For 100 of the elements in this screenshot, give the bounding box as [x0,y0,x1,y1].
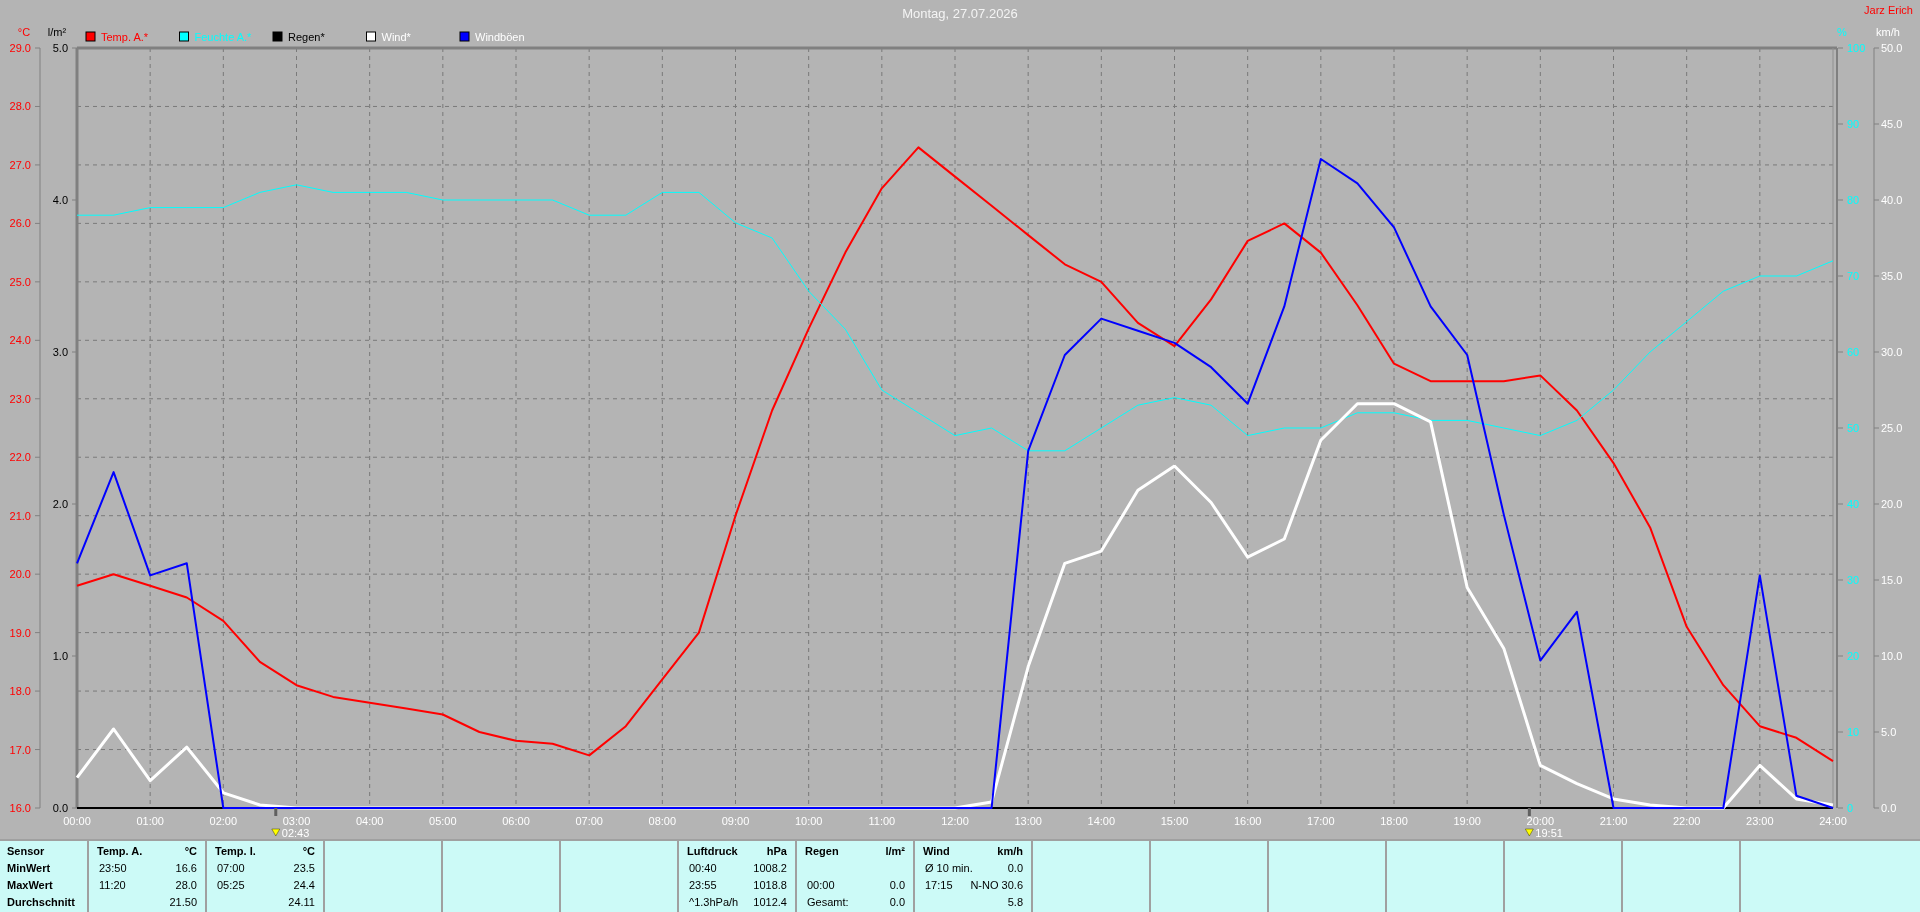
table-cell-text: 00:40 [688,861,717,876]
table-cell-text: 1012.4 [753,895,787,910]
axis-tick-label: 29.0 [9,42,31,54]
axis-tick-label: 4.0 [52,194,68,206]
axis-tick-label: 10.0 [1881,650,1903,662]
axis-tick-label: 16.0 [9,802,31,814]
axis-tick-label: 0 [1847,802,1854,814]
chart-title: Montag, 27.07.2026 [902,6,1018,21]
axis-tick-label: 30.0 [1881,346,1903,358]
axis-tick-label: 19.0 [9,626,31,639]
axis-tick-label: 60 [1847,346,1860,358]
axis-tick-label: 04:00 [355,815,384,827]
axis-tick-label: 25.0 [1881,422,1903,434]
unit-label: °C [302,844,315,859]
axis-tick-label: 5.0 [1881,726,1897,738]
unit-label: hPa [766,844,787,859]
axis-tick-label: 14:00 [1087,815,1116,827]
axis-tick-label: 08:00 [648,815,677,827]
table-cell-text: 05:25 [216,878,245,893]
table-cell-text: ^1.3hPa/h [688,895,739,910]
axis-tick-label: 22:00 [1672,815,1701,827]
axis-tick-label: 24:00 [1819,815,1847,827]
axis-tick-label: 21:00 [1599,815,1628,827]
unit-label: l/m² [885,844,905,859]
axis-tick-label: 17:00 [1307,815,1335,827]
legend-label: Windböen [475,31,525,43]
axis-tick-label: 40 [1847,498,1860,510]
axis-tick-label: 26.0 [9,217,31,230]
legend-label: Wind* [381,31,411,43]
table-cell-text: 16.6 [175,861,197,876]
axis-tick-label: 12:00 [941,815,969,827]
axis-unit-label: % [1837,26,1847,38]
table-cell-text: 23:55 [688,878,717,893]
axis-tick-label: 23.0 [9,392,31,405]
axis-tick-label: 01:00 [136,815,164,827]
axis-tick-label: 19:00 [1453,815,1481,827]
axis-tick-label: 45.0 [1881,118,1903,130]
axis-tick-label: 18:00 [1380,815,1408,827]
axis-tick-label: 07:00 [575,815,603,827]
axis-tick-label: 20 [1847,650,1860,662]
table-cell-text: Ø 10 min. [924,861,973,876]
axis-unit-label: °C [17,26,31,38]
table-cell-text: 1018.8 [753,878,787,893]
axis-tick-label: 40.0 [1881,194,1903,206]
axis-tick-label: 22.0 [9,451,31,464]
row-label: Durchschnitt [7,895,76,910]
axis-tick-label: 23:00 [1746,815,1774,827]
axis-tick-label: 70 [1847,270,1860,282]
table-cell-text: 11:20 [98,878,126,893]
axis-tick-label: 06:00 [502,815,530,827]
axis-tick-label: 5.0 [52,42,68,54]
sun-arrow-icon [1525,828,1534,837]
table-cell-text: 28.0 [175,878,197,893]
row-label: MinWert [7,861,52,876]
axis-tick-label: 50 [1847,422,1860,434]
axis-tick-label: 3.0 [52,346,68,358]
row-label: Sensor [7,844,46,859]
axis-tick-label: 2.0 [52,498,68,510]
marker-time-label: 02:43 [281,827,310,839]
axis-tick-label: 17.0 [9,743,31,756]
table-cell-text: 1008.2 [753,861,787,876]
axis-tick-label: 09:00 [721,815,750,827]
axis-tick-label: 0.0 [1881,802,1897,814]
table-cell-text: N-NO 30.6 [970,878,1023,893]
column-header: Regen [805,844,839,859]
axis-tick-label: 18.0 [9,685,31,698]
unit-label: km/h [997,844,1023,859]
axis-tick-label: 03:00 [282,815,311,827]
table-cell-text: Gesamt: [806,895,849,910]
axis-tick-label: 90 [1847,118,1860,130]
axis-tick-label: 35.0 [1881,270,1903,282]
axis-tick-label: 15:00 [1160,815,1189,827]
axis-tick-label: 24.0 [9,334,31,347]
column-header: Temp. I. [215,844,256,859]
axis-tick-label: 20.0 [9,568,31,581]
table-cell-text: 00:00 [806,878,835,893]
axis-tick-label: 21.0 [9,509,31,522]
axis-tick-label: 16:00 [1233,815,1262,827]
legend-label: Regen* [288,31,325,43]
axis-tick-label: 80 [1847,194,1860,206]
axis-tick-label: 15.0 [1881,574,1903,586]
table-cell-text: 23:50 [98,861,127,876]
table-cell-text: 5.8 [1007,895,1023,910]
axis-tick-label: 20:00 [1526,815,1555,827]
table-cell-text: 0.0 [889,878,905,893]
column-header: Luftdruck [687,844,738,859]
column-header: Temp. A. [97,844,143,859]
axis-tick-label: 11:00 [868,815,896,827]
axis-tick-label: 05:00 [429,815,457,827]
axis-tick-label: 10 [1847,726,1860,738]
axis-unit-label: km/h [1876,26,1900,38]
row-label: MaxWert [7,878,54,893]
marker-time-label: 19:51 [1535,827,1563,839]
table-cell-text: 07:00 [216,861,245,876]
axis-tick-label: 13:00 [1014,815,1042,827]
table-cell-text: 23.5 [293,861,315,876]
axis-tick-label: 02:00 [209,815,238,827]
legend-label: Temp. A.* [101,31,149,43]
unit-label: °C [184,844,197,859]
axis-tick-label: 50.0 [1881,42,1903,54]
